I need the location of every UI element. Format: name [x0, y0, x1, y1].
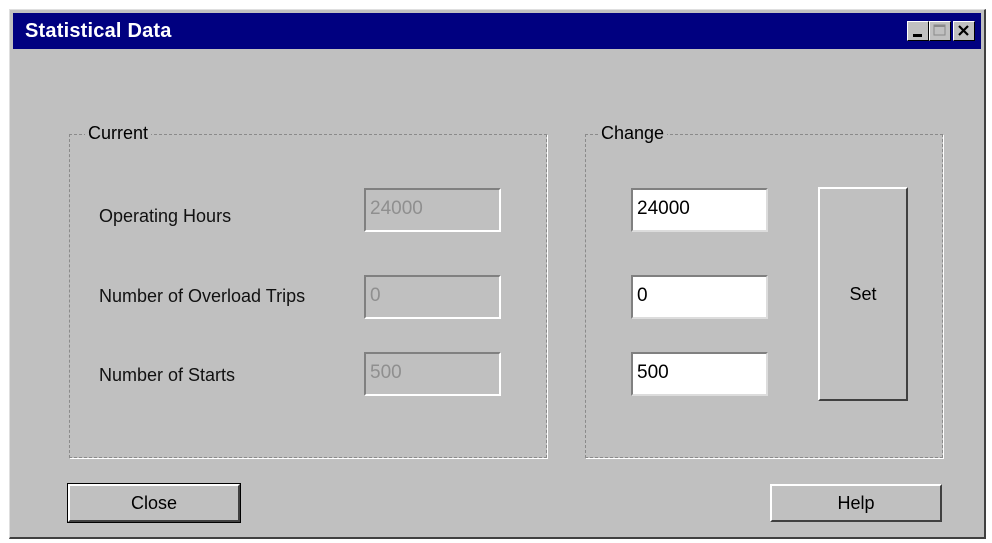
overload-trips-label: Number of Overload Trips	[99, 286, 306, 306]
close-window-button[interactable]	[953, 21, 975, 41]
current-number-of-starts-field: 500	[364, 352, 501, 396]
close-icon	[958, 25, 969, 36]
maximize-icon	[933, 24, 946, 36]
help-button-label: Help	[837, 492, 875, 513]
set-button-label: Set	[849, 283, 877, 304]
change-operating-hours-input[interactable]: 24000	[631, 188, 768, 232]
help-button[interactable]: Help	[770, 484, 942, 522]
current-overload-trips-field: 0	[364, 275, 501, 319]
window-title: Statistical Data	[25, 20, 172, 42]
current-operating-hours-field: 24000	[364, 188, 501, 232]
set-button[interactable]: Set	[818, 187, 908, 401]
change-overload-trips-input[interactable]: 0	[631, 275, 768, 319]
maximize-button	[929, 21, 951, 41]
minimize-button[interactable]	[907, 21, 929, 41]
operating-hours-label: Operating Hours	[99, 206, 232, 226]
close-button-label: Close	[130, 492, 178, 513]
statistical-data-window: Statistical Data Current Operating Hours…	[9, 9, 986, 539]
close-button[interactable]: Close	[67, 483, 241, 523]
current-group-legend: Current	[85, 123, 152, 144]
title-bar[interactable]: Statistical Data	[13, 13, 981, 49]
change-number-of-starts-input[interactable]: 500	[631, 352, 768, 396]
change-group-legend: Change	[598, 123, 668, 144]
number-of-starts-label: Number of Starts	[99, 365, 236, 385]
minimize-icon	[913, 34, 922, 37]
